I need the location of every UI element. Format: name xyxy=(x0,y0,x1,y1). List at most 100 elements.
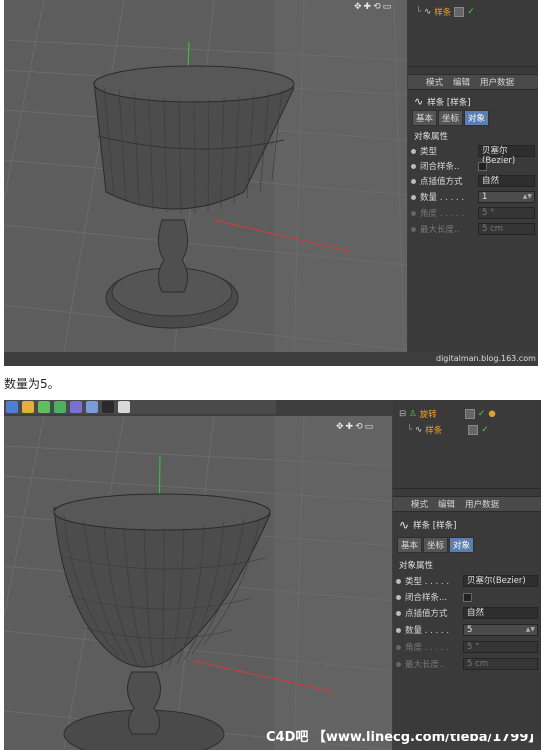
close-spline-checkbox[interactable] xyxy=(478,161,487,171)
angle-field: 5 ° xyxy=(463,641,538,653)
anim-dot[interactable] xyxy=(396,627,401,633)
object-manager: └ ∿ 样条 ✓ xyxy=(408,0,538,67)
number-value: 5 xyxy=(467,625,473,635)
visibility-icon[interactable] xyxy=(464,409,475,419)
tag-icon[interactable]: ● xyxy=(488,409,495,419)
check-icon[interactable]: ✓ xyxy=(481,425,489,435)
tab-object[interactable]: 对象 xyxy=(464,110,490,126)
prop-interpolation[interactable]: 点插值方式 自然 xyxy=(396,607,538,619)
object-row-lathe[interactable]: ⊟ ♙ 旋转 ✓ ● xyxy=(399,408,496,420)
viewport-nav-icons[interactable]: ✥✚⟲▭ xyxy=(354,2,393,12)
object-name-spline: 样条 xyxy=(425,426,443,436)
spline-icon: ∿ xyxy=(399,518,410,532)
close-spline-checkbox[interactable] xyxy=(463,592,472,602)
lathe-icon: ♙ xyxy=(409,409,417,419)
section-title: 对象属性 xyxy=(414,132,449,142)
prop-type[interactable]: 类型 . . . . . 贝塞尔(Bezier) xyxy=(396,575,538,587)
prop-type[interactable]: 类型 贝塞尔(Bezier) xyxy=(411,145,535,166)
light-icon[interactable] xyxy=(118,401,130,413)
attribute-title: ∿ 样条 [样条] xyxy=(399,518,456,532)
number-field[interactable]: 5 ▲▼ xyxy=(463,624,538,636)
object-name-spline: 样条 xyxy=(434,8,452,18)
viewport-nav-icons[interactable]: ✥✚⟲▭ xyxy=(336,422,375,432)
nurbs-icon[interactable] xyxy=(38,401,50,413)
visibility-icon[interactable] xyxy=(454,7,465,17)
check-icon[interactable]: ✓ xyxy=(478,409,486,419)
section-title: 对象属性 xyxy=(399,561,434,571)
object-row-spline[interactable]: └ ∿ 样条 ✓ xyxy=(407,424,489,436)
bottom-viewport-scene xyxy=(4,416,392,750)
caption-text: 数量为5。 xyxy=(4,377,60,391)
prop-angle: 角度 . . . . .5 ° xyxy=(411,207,535,219)
menu-edit[interactable]: 编辑 xyxy=(453,76,470,88)
menu-edit[interactable]: 编辑 xyxy=(438,498,455,510)
attribute-title: ∿ 样条 [样条] xyxy=(414,95,471,108)
interpolation-dropdown[interactable]: 自然 xyxy=(478,175,535,187)
tab-basic[interactable]: 基本 xyxy=(412,110,438,126)
array-icon[interactable] xyxy=(54,401,66,413)
object-row-spline[interactable]: └ ∿ 样条 ✓ xyxy=(416,6,475,18)
camera-icon[interactable] xyxy=(102,401,114,413)
anim-dot xyxy=(411,226,416,232)
max-length-field: 5 cm xyxy=(478,223,535,235)
tab-object[interactable]: 对象 xyxy=(449,537,475,553)
anim-dot xyxy=(396,661,401,667)
attribute-menu-bar: 模式 编辑 用户数据 xyxy=(393,496,541,512)
angle-field: 5 ° xyxy=(478,207,535,219)
tree-collapse-icon[interactable]: ⊟ xyxy=(399,409,406,419)
cube-icon[interactable] xyxy=(6,401,18,413)
top-watermark: digitalman.blog.163.com xyxy=(436,354,536,363)
prop-max-length: 最大长度.. 5 cm xyxy=(396,658,538,670)
tab-coord[interactable]: 坐标 xyxy=(423,537,449,553)
number-field[interactable]: 1 ▲▼ xyxy=(478,191,535,203)
anim-dot[interactable] xyxy=(396,578,401,584)
menu-userdata[interactable]: 用户数据 xyxy=(480,76,514,88)
prop-close-spline[interactable]: 闭合样条... xyxy=(396,591,538,603)
anim-dot[interactable] xyxy=(411,148,416,154)
anim-dot[interactable] xyxy=(396,594,401,600)
tab-coord[interactable]: 坐标 xyxy=(438,110,464,126)
type-dropdown[interactable]: 贝塞尔(Bezier) xyxy=(463,575,538,587)
top-viewport-scene xyxy=(4,0,407,352)
menu-mode[interactable]: 模式 xyxy=(426,76,443,88)
prop-interpolation[interactable]: 点插值方式 自然 xyxy=(411,175,535,187)
spline-icon: ∿ xyxy=(424,7,432,17)
pen-icon[interactable] xyxy=(22,401,34,413)
main-toolbar xyxy=(4,400,276,414)
top-side-panel: └ ∿ 样条 ✓ 模式 编辑 用户数据 ∿ 样条 [样条] 基本 坐标 对象 对… xyxy=(408,0,538,352)
attribute-tabs: 基本 坐标 对象 xyxy=(397,537,475,553)
visibility-icon[interactable] xyxy=(468,425,479,435)
scene-icon[interactable] xyxy=(86,401,98,413)
check-icon[interactable]: ✓ xyxy=(467,7,475,17)
tab-basic[interactable]: 基本 xyxy=(397,537,423,553)
object-manager: ⊟ ♙ 旋转 ✓ ● └ ∿ 样条 ✓ xyxy=(393,400,541,489)
prop-angle: 角度 . . . . .5 ° xyxy=(396,641,538,653)
deformer-icon[interactable] xyxy=(70,401,82,413)
anim-dot[interactable] xyxy=(411,163,416,169)
anim-dot[interactable] xyxy=(396,610,401,616)
anim-dot[interactable] xyxy=(411,178,416,184)
spinner-icon[interactable]: ▲▼ xyxy=(523,192,532,202)
top-viewport[interactable]: ✥✚⟲▭ xyxy=(4,0,407,352)
anim-dot xyxy=(411,210,416,216)
prop-number[interactable]: 数量 . . . . . 1 ▲▼ xyxy=(411,191,535,203)
prop-close-spline[interactable]: 闭合样条.. xyxy=(411,160,535,172)
attribute-title-text: 样条 [样条] xyxy=(413,521,457,531)
number-value: 1 xyxy=(482,192,488,202)
interpolation-dropdown[interactable]: 自然 xyxy=(463,607,538,619)
anim-dot[interactable] xyxy=(411,194,416,200)
prop-max-length: 最大长度.. 5 cm xyxy=(411,223,535,235)
spinner-icon[interactable]: ▲▼ xyxy=(526,625,535,635)
bottom-side-panel: ⊟ ♙ 旋转 ✓ ● └ ∿ 样条 ✓ 模式 编辑 用户数据 ∿ 样条 [样条]… xyxy=(393,400,541,734)
prop-number[interactable]: 数量 . . . . . 5 ▲▼ xyxy=(396,624,538,636)
bottom-viewport[interactable]: ✥✚⟲▭ xyxy=(4,416,392,750)
attribute-tabs: 基本 坐标 对象 xyxy=(412,110,490,126)
menu-mode[interactable]: 模式 xyxy=(411,498,428,510)
attribute-menu-bar: 模式 编辑 用户数据 xyxy=(408,74,538,90)
spline-icon: ∿ xyxy=(414,95,424,108)
menu-userdata[interactable]: 用户数据 xyxy=(465,498,499,510)
attribute-title-text: 样条 [样条] xyxy=(427,97,471,108)
type-dropdown[interactable]: 贝塞尔(Bezier) xyxy=(478,145,535,166)
bottom-screenshot: ✥✚⟲▭ C4D吧 【www.linecg.com/tieba/1799】 ⊟ … xyxy=(4,400,541,750)
top-screenshot: ✥✚⟲▭ digitalman.blog.163.com └ ∿ 样条 ✓ 模式… xyxy=(4,0,538,366)
